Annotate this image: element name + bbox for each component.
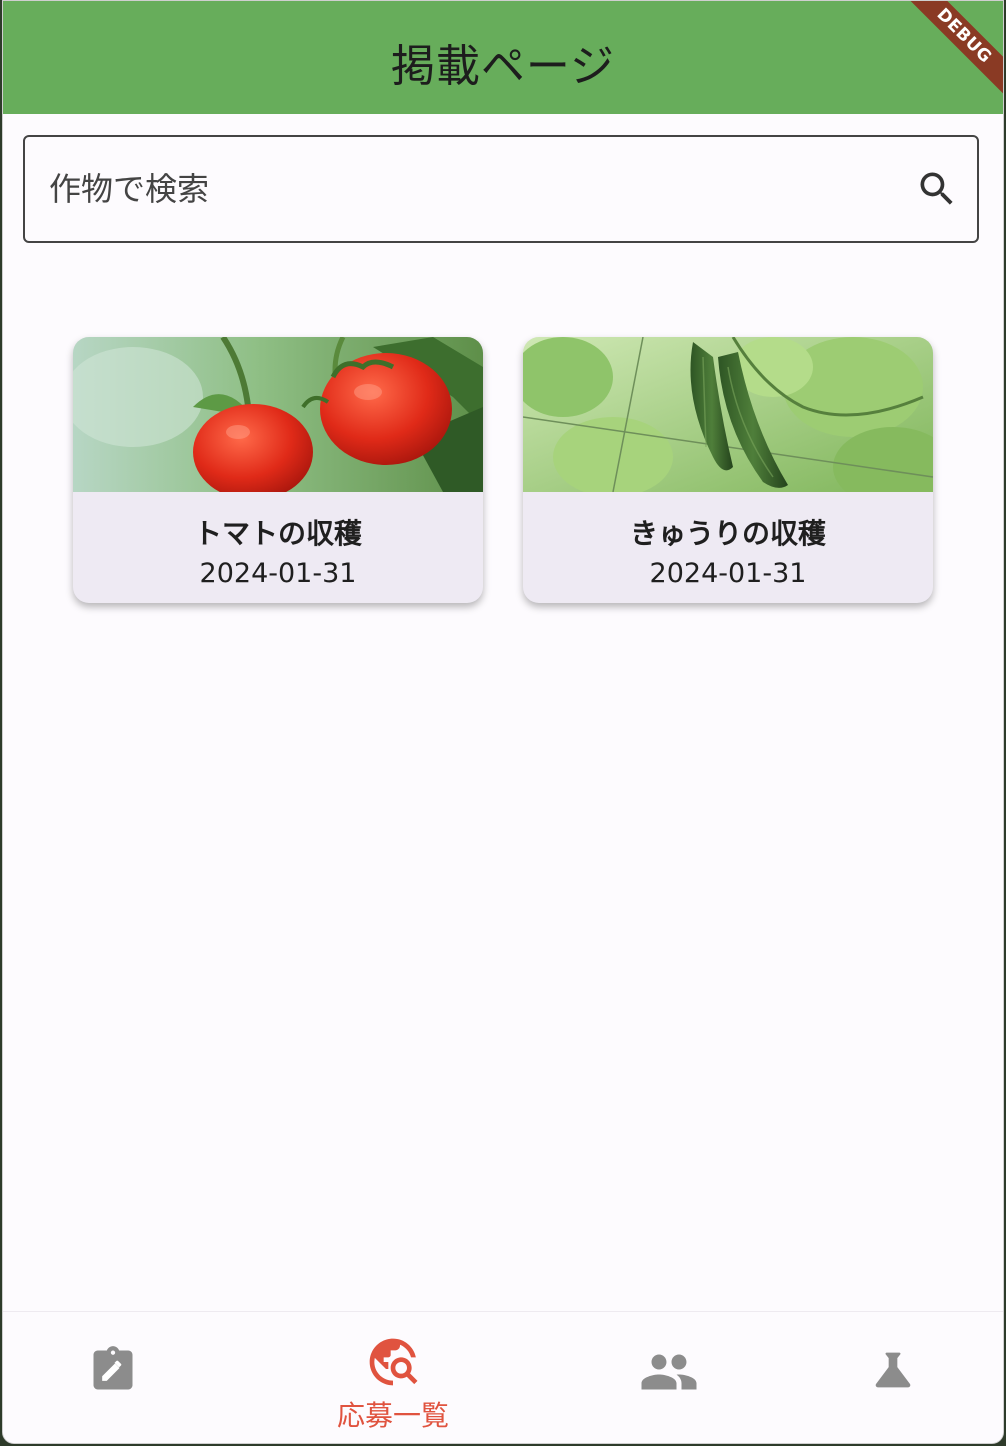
search-input[interactable] [25, 136, 915, 242]
post-card[interactable]: トマトの収穫 2024-01-31 [73, 337, 483, 603]
app-window: 掲載ページ DEBUG 作物で検索 トマトの収穫 2024-01-31 きゅうり… [2, 0, 1004, 1444]
card-date: 2024-01-31 [649, 558, 807, 589]
nav-item-applications[interactable]: 応募一覧 [293, 1312, 493, 1443]
debug-banner: DEBUG [894, 1, 1003, 106]
travel-explore-icon [369, 1338, 418, 1386]
nav-item-members[interactable] [569, 1312, 769, 1443]
bottom-navigation: 応募一覧 [3, 1311, 1003, 1443]
post-card[interactable]: きゅうりの収穫 2024-01-31 [523, 337, 933, 603]
page-title: 掲載ページ [390, 40, 616, 92]
tomato-photo [73, 337, 483, 492]
assignment-edit-icon [93, 1346, 133, 1390]
app-bar: 掲載ページ DEBUG [3, 1, 1003, 114]
search-icon[interactable] [915, 167, 959, 211]
flask-icon [875, 1352, 911, 1388]
cucumber-photo [523, 337, 933, 492]
people-icon [641, 1354, 697, 1390]
nav-item-post[interactable] [13, 1312, 213, 1443]
card-title: きゅうりの収穫 [629, 517, 826, 550]
search-field[interactable] [23, 135, 979, 243]
card-date: 2024-01-31 [199, 558, 357, 589]
nav-label-applications: 応募一覧 [336, 1399, 449, 1432]
card-title: トマトの収穫 [193, 517, 362, 550]
nav-item-lab[interactable] [793, 1312, 993, 1443]
